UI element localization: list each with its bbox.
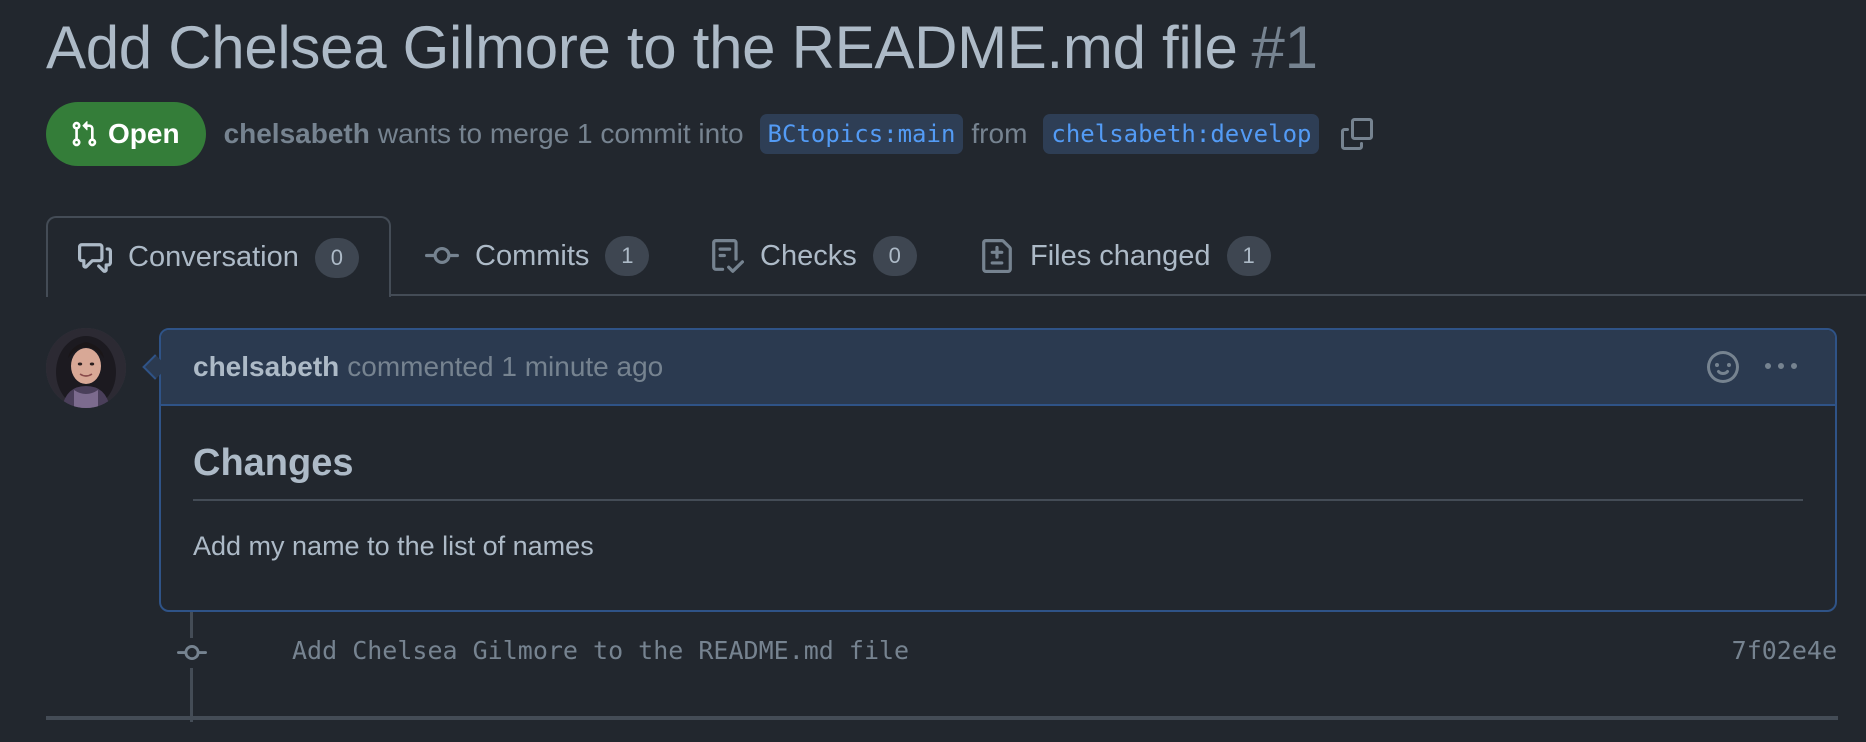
tab-conversation[interactable]: Conversation 0	[46, 216, 391, 297]
avatar-image	[46, 328, 126, 408]
pr-title: Add Chelsea Gilmore to the README.md fil…	[46, 14, 1238, 81]
comment-text: Add my name to the list of names	[193, 531, 594, 561]
smiley-icon[interactable]	[1707, 351, 1739, 383]
kebab-horizontal-icon[interactable]	[1763, 351, 1799, 383]
comment-body: Changes Add my name to the list of names	[161, 406, 1835, 562]
base-branch[interactable]: BCtopics:main	[759, 114, 964, 154]
head-branch[interactable]: chelsabeth:develop	[1043, 114, 1320, 154]
comment-author-link[interactable]: chelsabeth	[193, 351, 339, 383]
tab-conversation-label: Conversation	[128, 241, 299, 273]
from-text: from	[971, 118, 1028, 149]
tab-files-changed-label: Files changed	[1030, 239, 1211, 272]
pr-meta-row: Open chelsabeth wants to merge 1 commit …	[46, 102, 1374, 166]
git-commit-icon	[177, 645, 207, 661]
tab-commits[interactable]: Commits 1	[425, 216, 650, 296]
tab-files-changed-counter: 1	[1226, 236, 1271, 276]
timeline-commit-marker	[173, 638, 211, 668]
page-title: Add Chelsea Gilmore to the README.md fil…	[46, 10, 1318, 86]
file-diff-icon	[982, 239, 1012, 273]
state-label: Open	[108, 118, 180, 149]
comment-actions	[1707, 330, 1799, 404]
tab-checks-counter: 0	[872, 236, 917, 276]
merge-text: wants to merge 1 commit into	[377, 118, 744, 149]
pr-author-link[interactable]: chelsabeth	[224, 118, 370, 150]
avatar[interactable]	[46, 328, 126, 408]
comment-heading: Changes	[193, 442, 1803, 501]
tab-commits-label: Commits	[475, 239, 590, 272]
tab-files-changed[interactable]: Files changed 1	[980, 216, 1271, 296]
tab-conversation-counter: 0	[314, 237, 359, 278]
comment-header: chelsabeth commented 1 minute ago	[161, 330, 1835, 406]
comment-discussion-icon	[78, 242, 112, 273]
copy-icon[interactable]	[1341, 118, 1374, 150]
tab-checks[interactable]: Checks 0	[710, 216, 917, 296]
tab-commits-counter: 1	[605, 236, 650, 276]
comment-box: chelsabeth commented 1 minute ago Change…	[159, 328, 1837, 612]
timeline-bottom-divider	[46, 716, 1838, 720]
open-state-badge: Open	[46, 102, 206, 166]
comment-timestamp[interactable]: commented 1 minute ago	[347, 351, 663, 383]
timeline-commit-message[interactable]: Add Chelsea Gilmore to the README.md fil…	[292, 636, 909, 665]
git-commit-icon	[425, 246, 459, 264]
pull-request-page: Add Chelsea Gilmore to the README.md fil…	[0, 0, 1866, 742]
pr-number: #1	[1251, 14, 1318, 81]
git-pull-request-icon	[72, 121, 97, 147]
checklist-icon	[712, 239, 744, 273]
commit-sha-link[interactable]: 7f02e4e	[1732, 636, 1837, 665]
tab-checks-label: Checks	[760, 239, 857, 272]
